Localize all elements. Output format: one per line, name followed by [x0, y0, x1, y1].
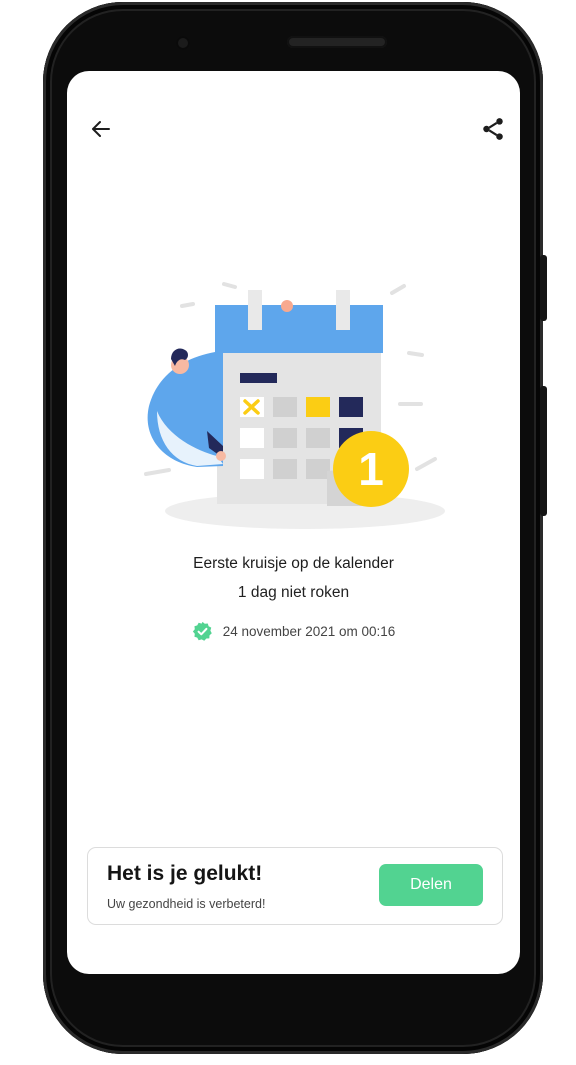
back-button[interactable] — [89, 117, 113, 141]
share-button-top[interactable] — [480, 116, 506, 142]
achieved-date: 24 november 2021 om 00:16 — [222, 624, 396, 639]
earpiece-speaker — [287, 36, 387, 48]
success-card: Het is je gelukt! Uw gezondheid is verbe… — [87, 847, 503, 925]
badge-number: 1 — [358, 443, 384, 495]
front-camera — [176, 36, 190, 50]
app-screen: 1 Eerste kruisje op de kalender 1 dag ni… — [67, 71, 520, 974]
arrow-left-icon — [92, 121, 110, 137]
volume-button — [540, 386, 547, 516]
delen-button[interactable]: Delen — [379, 864, 483, 906]
share-icon — [483, 118, 503, 140]
milestone-subtitle: 1 dag niet roken — [237, 584, 350, 601]
calendar-header — [215, 305, 383, 353]
milestone-title: Eerste kruisje op de kalender — [193, 555, 394, 572]
verified-check-icon — [192, 621, 212, 641]
achieved-date-row: 24 november 2021 om 00:16 — [67, 621, 520, 642]
power-button — [540, 255, 547, 321]
card-subtitle: Uw gezondheid is verbeterd! — [107, 897, 266, 911]
card-title: Het is je gelukt! — [107, 862, 263, 885]
